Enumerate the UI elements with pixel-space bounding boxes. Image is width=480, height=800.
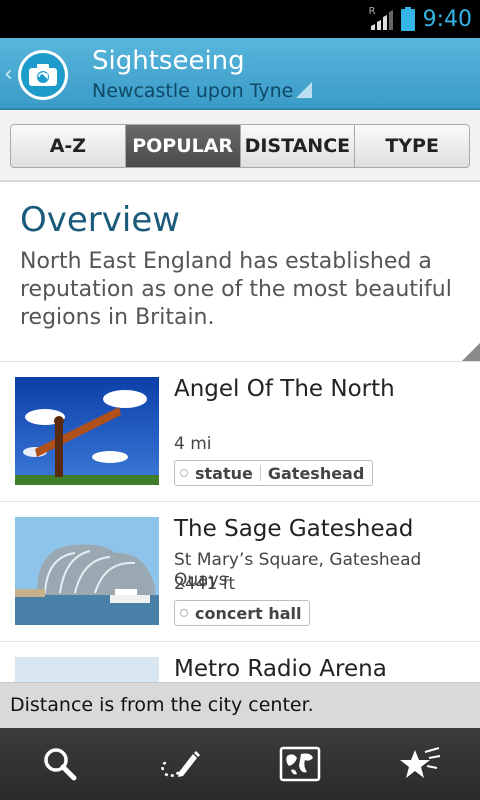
battery-icon [400,7,415,31]
edit-route-button[interactable] [120,728,240,800]
favorites-icon [400,747,441,778]
sort-tabs: A-Z POPULAR DISTANCE TYPE [10,124,470,168]
overview-title: Overview [20,200,181,240]
tag-label: concert hall [195,603,302,623]
item-distance: 4 mi [174,434,212,454]
sort-tabs-bar: A-Z POPULAR DISTANCE TYPE [0,110,480,182]
distance-info-toast: Distance is from the city center. [0,682,480,728]
sage-gateshead-thumbnail [15,517,159,625]
expand-corner-icon [462,343,480,361]
toast-text: Distance is from the city center. [10,694,314,716]
app-logo[interactable] [18,50,68,100]
city-selector[interactable]: Newcastle upon Tyne [92,80,293,102]
dropdown-indicator-icon [296,82,312,98]
list-item[interactable]: The Sage Gateshead St Mary’s Square, Gat… [0,502,480,642]
item-title: The Sage Gateshead [174,516,414,542]
overview-text: North East England has established a rep… [20,249,452,330]
search-button[interactable] [0,728,120,800]
tab-a-z[interactable]: A-Z [11,125,126,167]
action-bar: ‹ Sightseeing Newcastle upon Tyne [0,38,480,110]
up-caret-icon[interactable]: ‹ [4,62,13,87]
tab-popular[interactable]: POPULAR [125,125,241,167]
tab-distance[interactable]: DISTANCE [240,125,356,167]
item-title: Metro Radio Arena [174,656,387,682]
overview-section[interactable]: Overview North East England has establis… [0,184,480,362]
clock: 9:40 [422,6,472,32]
favorites-button[interactable] [360,728,480,800]
angel-of-the-north-thumbnail [15,377,159,485]
map-icon [279,746,321,782]
item-tags: statue Gateshead [174,460,374,486]
item-tags: concert hall [174,600,311,626]
status-bar: R 9:40 [0,0,480,38]
tag-label: Gateshead [267,463,365,483]
tag-label: statue [195,463,253,483]
list-item[interactable]: Angel Of The North 4 mi statue Gateshead [0,362,480,502]
edit-route-icon [161,751,200,777]
signal-icon: R [369,6,393,30]
bottom-action-bar [0,728,480,800]
item-distance: 2441 ft [174,574,236,594]
item-title: Angel Of The North [174,376,395,402]
camera-icon [21,53,65,97]
map-button[interactable] [240,728,360,800]
search-icon [44,748,77,781]
screen-title: Sightseeing [92,46,245,76]
tab-type[interactable]: TYPE [355,125,469,167]
